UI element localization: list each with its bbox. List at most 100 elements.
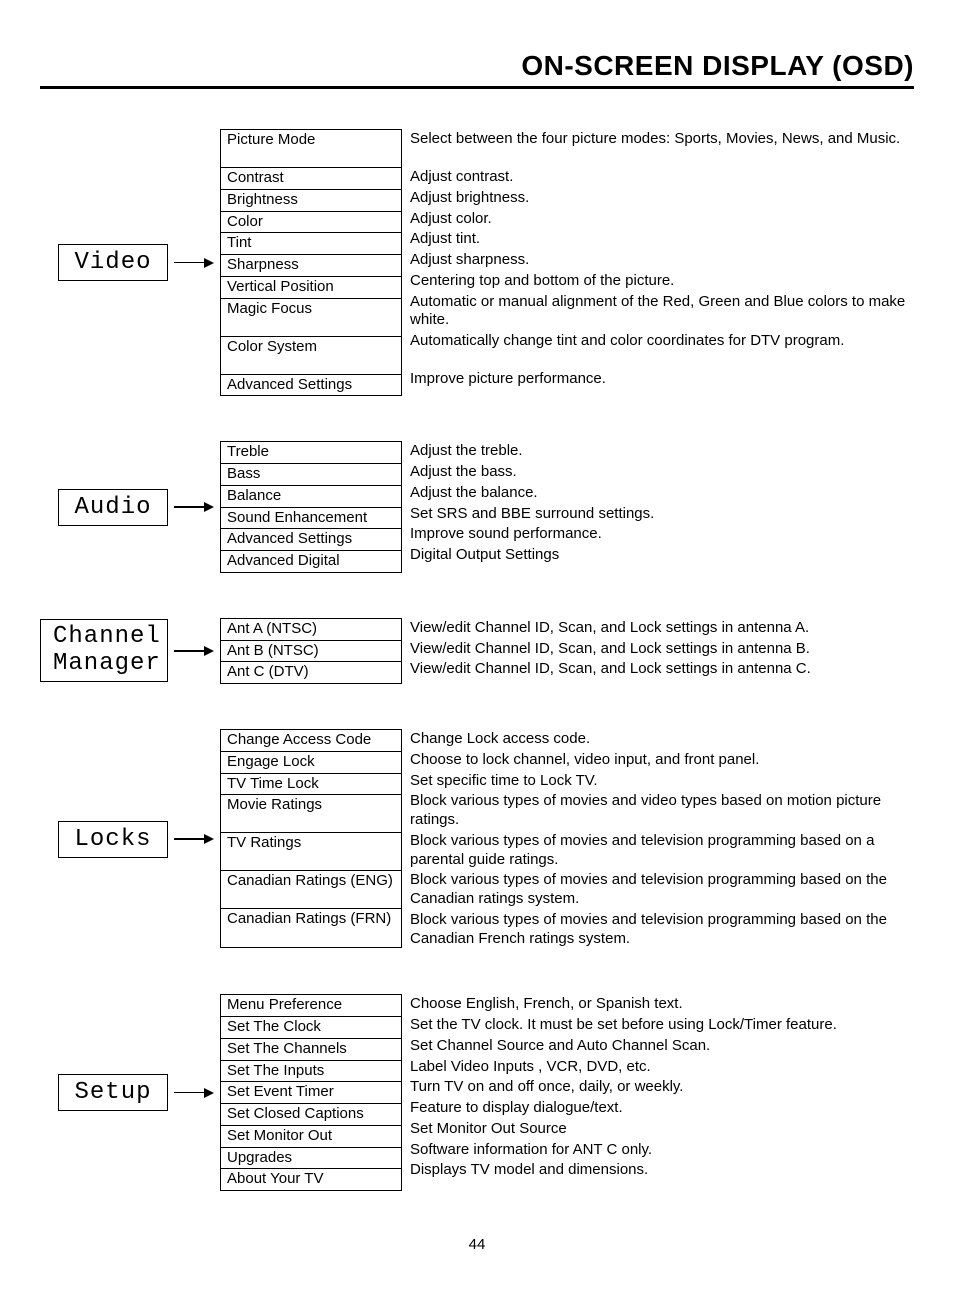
- menu-item: Ant A (NTSC): [221, 619, 401, 641]
- description-item: Set SRS and BBE surround settings.: [410, 504, 914, 525]
- arrow-line: [174, 838, 204, 840]
- menu-item: Ant C (DTV): [221, 662, 401, 683]
- menu-item: Set Closed Captions: [221, 1104, 401, 1126]
- section: AudioTrebleBassBalanceSound EnhancementA…: [40, 441, 914, 573]
- arrow-icon: [174, 834, 214, 844]
- category-column: Audio: [40, 489, 220, 526]
- description-item: Change Lock access code.: [410, 729, 914, 750]
- menu-item: Change Access Code: [221, 730, 401, 752]
- description-item: Software information for ANT C only.: [410, 1140, 914, 1161]
- menu-item: Sharpness: [221, 255, 401, 277]
- description-item: Adjust tint.: [410, 229, 914, 250]
- description-column: Adjust the treble.Adjust the bass.Adjust…: [402, 441, 914, 566]
- menu-item: TV Time Lock: [221, 774, 401, 796]
- menu-item: Movie Ratings: [221, 795, 401, 833]
- menu-item: Canadian Ratings (ENG): [221, 871, 401, 909]
- menu-item: Treble: [221, 442, 401, 464]
- menu-item: Magic Focus: [221, 299, 401, 337]
- description-item: Set the TV clock. It must be set before …: [410, 1015, 914, 1036]
- category-box: Channel Manager: [40, 619, 168, 682]
- description-item: Choose English, French, or Spanish text.: [410, 994, 914, 1015]
- menu-column: Change Access CodeEngage LockTV Time Loc…: [220, 729, 402, 948]
- description-item: Adjust contrast.: [410, 167, 914, 188]
- menu-item: Upgrades: [221, 1148, 401, 1170]
- menu-item: Contrast: [221, 168, 401, 190]
- menu-item: Menu Preference: [221, 995, 401, 1017]
- arrow-icon: [174, 258, 214, 268]
- arrow-line: [174, 506, 204, 508]
- arrow-head: [204, 834, 214, 844]
- menu-item: Advanced Settings: [221, 529, 401, 551]
- menu-item: Vertical Position: [221, 277, 401, 299]
- menu-item: About Your TV: [221, 1169, 401, 1190]
- menu-item: Color System: [221, 337, 401, 375]
- description-item: Adjust color.: [410, 209, 914, 230]
- section: VideoPicture ModeContrastBrightnessColor…: [40, 129, 914, 396]
- menu-item: Sound Enhancement: [221, 508, 401, 530]
- description-item: Digital Output Settings: [410, 545, 914, 566]
- arrow-icon: [174, 502, 214, 512]
- menu-item: Brightness: [221, 190, 401, 212]
- description-item: Adjust the balance.: [410, 483, 914, 504]
- menu-item: Canadian Ratings (FRN): [221, 909, 401, 947]
- page-number: 44: [40, 1236, 914, 1253]
- category-box: Setup: [58, 1074, 168, 1111]
- page: ON-SCREEN DISPLAY (OSD) Video Picture Mod…: [0, 0, 954, 1293]
- menu-item: Advanced Digital: [221, 551, 401, 572]
- menu-item: Bass: [221, 464, 401, 486]
- description-item: Choose to lock channel, video input, and…: [410, 750, 914, 771]
- menu-item: Color: [221, 212, 401, 234]
- description-column: View/edit Channel ID, Scan, and Lock set…: [402, 618, 914, 680]
- description-item: Select between the four picture modes: S…: [410, 129, 914, 167]
- arrow-head: [204, 646, 214, 656]
- description-item: Adjust brightness.: [410, 188, 914, 209]
- description-item: Block various types of movies and video …: [410, 791, 914, 831]
- description-item: Set Channel Source and Auto Channel Scan…: [410, 1036, 914, 1057]
- page-title: ON-SCREEN DISPLAY (OSD): [40, 50, 914, 86]
- description-item: Block various types of movies and televi…: [410, 870, 914, 910]
- section: SetupMenu PreferenceSet The ClockSet The…: [40, 994, 914, 1191]
- category-box: Audio: [58, 489, 168, 526]
- arrow-head: [204, 258, 214, 268]
- arrow-icon: [174, 1088, 214, 1098]
- description-item: Improve picture performance.: [410, 369, 914, 390]
- menu-item: Ant B (NTSC): [221, 641, 401, 663]
- category-box: Video: [58, 244, 168, 281]
- section: Channel Manager Ant A (NTSC)Ant B (NTSC)A…: [40, 618, 914, 684]
- arrow-line: [174, 262, 204, 264]
- menu-column: Picture ModeContrastBrightnessColorTintS…: [220, 129, 402, 396]
- menu-item: Advanced Settings: [221, 375, 401, 396]
- category-column: Video: [40, 244, 220, 281]
- menu-item: Set Monitor Out: [221, 1126, 401, 1148]
- description-item: View/edit Channel ID, Scan, and Lock set…: [410, 618, 914, 639]
- description-item: Adjust the bass.: [410, 462, 914, 483]
- menu-column: TrebleBassBalanceSound EnhancementAdvanc…: [220, 441, 402, 573]
- description-item: Turn TV on and off once, daily, or weekl…: [410, 1077, 914, 1098]
- menu-item: TV Ratings: [221, 833, 401, 871]
- menu-column: Menu PreferenceSet The ClockSet The Chan…: [220, 994, 402, 1191]
- description-item: Block various types of movies and televi…: [410, 831, 914, 871]
- description-item: Adjust sharpness.: [410, 250, 914, 271]
- arrow-icon: [174, 646, 214, 656]
- category-column: Setup: [40, 1074, 220, 1111]
- section: Locks Change Access CodeEngage LockTV Tim…: [40, 729, 914, 949]
- menu-item: Picture Mode: [221, 130, 401, 168]
- description-column: Select between the four picture modes: S…: [402, 129, 914, 390]
- menu-item: Set The Inputs: [221, 1061, 401, 1083]
- description-item: Improve sound performance.: [410, 524, 914, 545]
- arrow-line: [174, 1092, 204, 1094]
- menu-item: Balance: [221, 486, 401, 508]
- category-column: Channel Manager: [40, 619, 220, 682]
- menu-item: Set The Channels: [221, 1039, 401, 1061]
- menu-item: Set The Clock: [221, 1017, 401, 1039]
- category-box: Locks: [58, 821, 168, 858]
- menu-column: Ant A (NTSC)Ant B (NTSC)Ant C (DTV): [220, 618, 402, 684]
- menu-item: Engage Lock: [221, 752, 401, 774]
- arrow-head: [204, 1088, 214, 1098]
- description-item: Label Video Inputs , VCR, DVD, etc.: [410, 1057, 914, 1078]
- menu-item: Tint: [221, 233, 401, 255]
- description-item: View/edit Channel ID, Scan, and Lock set…: [410, 659, 914, 680]
- description-item: Displays TV model and dimensions.: [410, 1160, 914, 1181]
- description-item: View/edit Channel ID, Scan, and Lock set…: [410, 639, 914, 660]
- sections-container: VideoPicture ModeContrastBrightnessColor…: [40, 129, 914, 1191]
